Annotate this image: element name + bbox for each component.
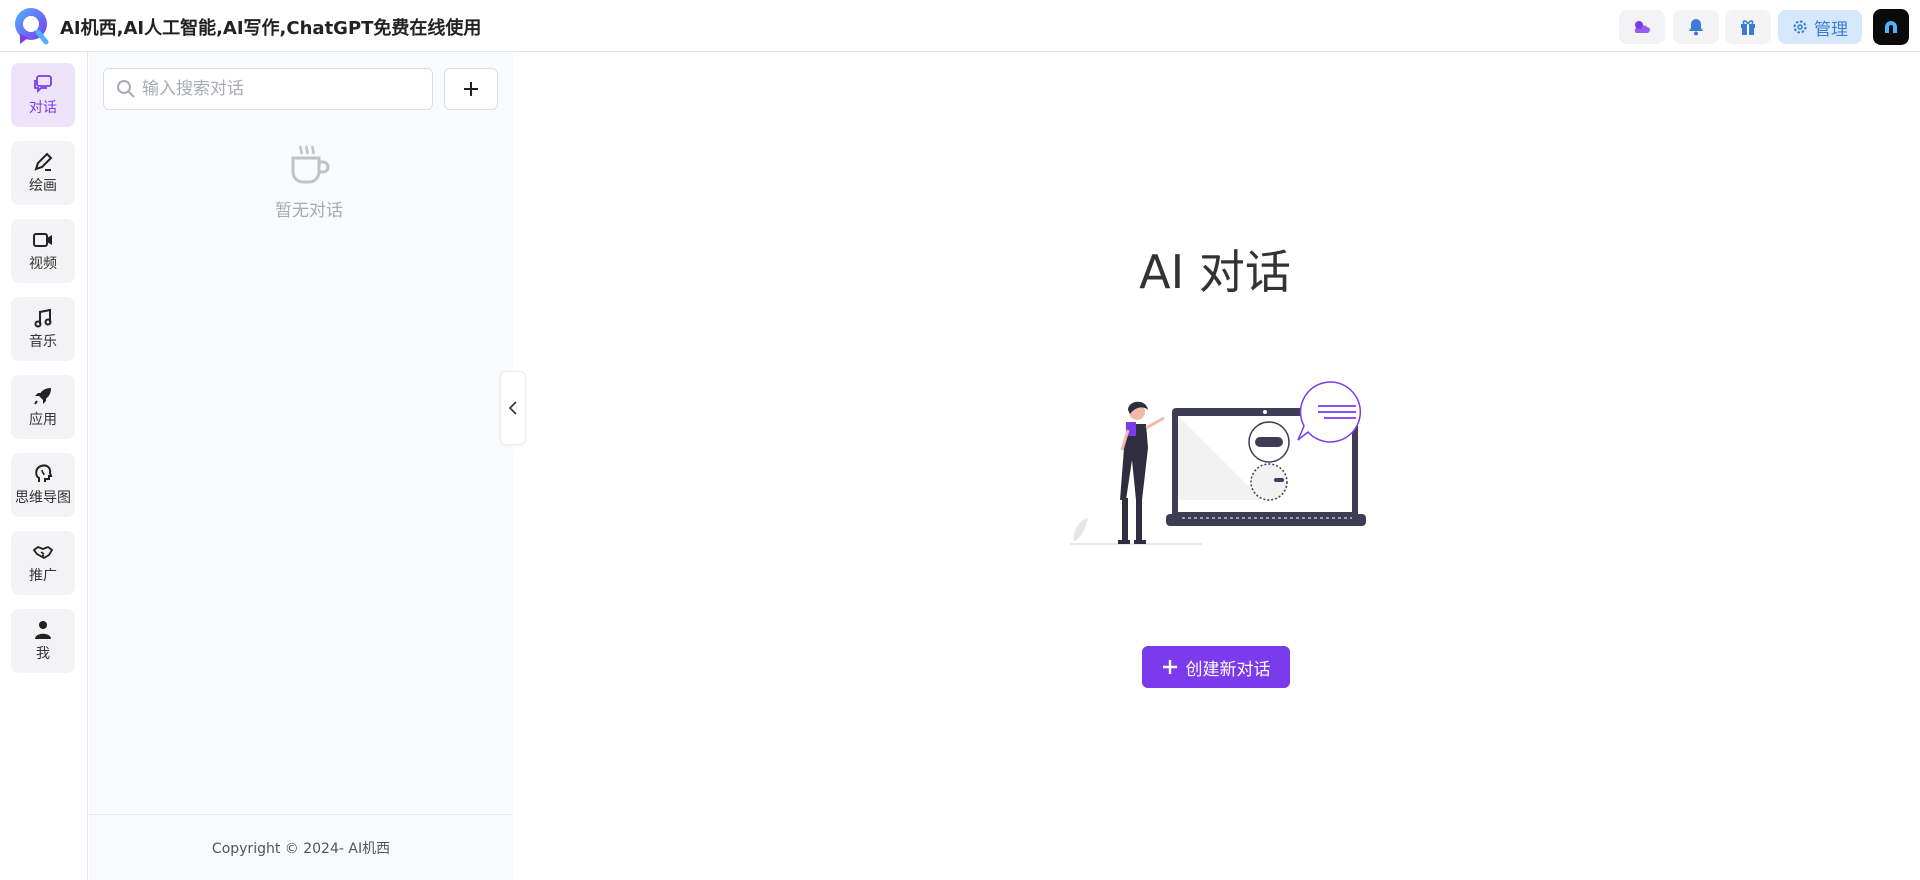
rocket-icon bbox=[34, 388, 51, 405]
music-icon bbox=[34, 308, 52, 328]
rail-item-chat[interactable]: 对话 bbox=[11, 63, 75, 127]
rail-item-label: 思维导图 bbox=[15, 490, 71, 506]
theme-icon bbox=[1634, 21, 1650, 33]
rail-item-label: 音乐 bbox=[29, 334, 57, 350]
chat-illustration bbox=[1070, 381, 1366, 545]
collapse-panel-button[interactable] bbox=[500, 371, 526, 445]
page-title: AI 对话 bbox=[1139, 245, 1291, 299]
gift-icon bbox=[1741, 20, 1755, 35]
rail-item-me[interactable]: 我 bbox=[11, 609, 75, 673]
add-conversation-button[interactable] bbox=[444, 68, 498, 110]
gift-button[interactable] bbox=[1725, 10, 1771, 44]
site-title: AI机西,AI人工智能,AI写作,ChatGPT免费在线使用 bbox=[60, 18, 482, 39]
rail-item-label: 绘画 bbox=[29, 178, 57, 194]
create-conversation-button[interactable]: 创建新对话 bbox=[1142, 646, 1290, 688]
rail-item-label: 我 bbox=[36, 646, 50, 662]
conversation-panel: 暂无对话 Copyright © 2024- AI机西 bbox=[89, 52, 513, 880]
empty-state: 暂无对话 bbox=[249, 142, 369, 221]
empty-text: 暂无对话 bbox=[275, 201, 343, 221]
notification-button[interactable] bbox=[1673, 10, 1719, 44]
admin-label: 管理 bbox=[1814, 19, 1848, 40]
user-icon bbox=[35, 621, 51, 639]
site-logo-icon[interactable] bbox=[12, 6, 50, 46]
left-nav-rail: 对话 绘画 视频 音乐 应用 思维导图 推广 我 bbox=[0, 52, 88, 880]
avatar[interactable] bbox=[1873, 9, 1909, 45]
panel-divider bbox=[89, 814, 513, 815]
top-header: AI机西,AI人工智能,AI写作,ChatGPT免费在线使用 管理 bbox=[0, 0, 1920, 52]
rail-item-label: 推广 bbox=[29, 568, 57, 584]
admin-button[interactable]: 管理 bbox=[1778, 10, 1862, 44]
rail-item-video[interactable]: 视频 bbox=[11, 219, 75, 283]
theme-toggle-button[interactable] bbox=[1619, 10, 1665, 44]
rail-item-music[interactable]: 音乐 bbox=[11, 297, 75, 361]
rail-item-label: 应用 bbox=[29, 412, 57, 428]
create-button-label: 创建新对话 bbox=[1185, 659, 1271, 680]
plus-icon bbox=[464, 82, 478, 96]
rail-item-mindmap[interactable]: 思维导图 bbox=[11, 453, 75, 517]
rail-item-label: 对话 bbox=[29, 100, 57, 116]
search-icon bbox=[117, 80, 135, 98]
avatar-logo-icon bbox=[1885, 21, 1897, 33]
video-icon bbox=[33, 233, 52, 247]
handshake-icon bbox=[32, 545, 54, 560]
chat-icon bbox=[34, 75, 52, 94]
rail-item-apps[interactable]: 应用 bbox=[11, 375, 75, 439]
copyright-text: Copyright © 2024- AI机西 bbox=[211, 841, 391, 857]
search-input[interactable] bbox=[142, 79, 422, 99]
rail-item-promote[interactable]: 推广 bbox=[11, 531, 75, 595]
brain-icon bbox=[35, 464, 53, 482]
search-box[interactable] bbox=[103, 68, 433, 110]
chevron-left-icon bbox=[508, 401, 517, 415]
bell-icon bbox=[1689, 19, 1703, 36]
coffee-cup-icon bbox=[291, 145, 330, 184]
gear-icon bbox=[1793, 20, 1807, 34]
rail-item-label: 视频 bbox=[29, 256, 57, 272]
plus-icon bbox=[1162, 660, 1177, 674]
pen-icon bbox=[34, 152, 53, 171]
rail-item-draw[interactable]: 绘画 bbox=[11, 141, 75, 205]
